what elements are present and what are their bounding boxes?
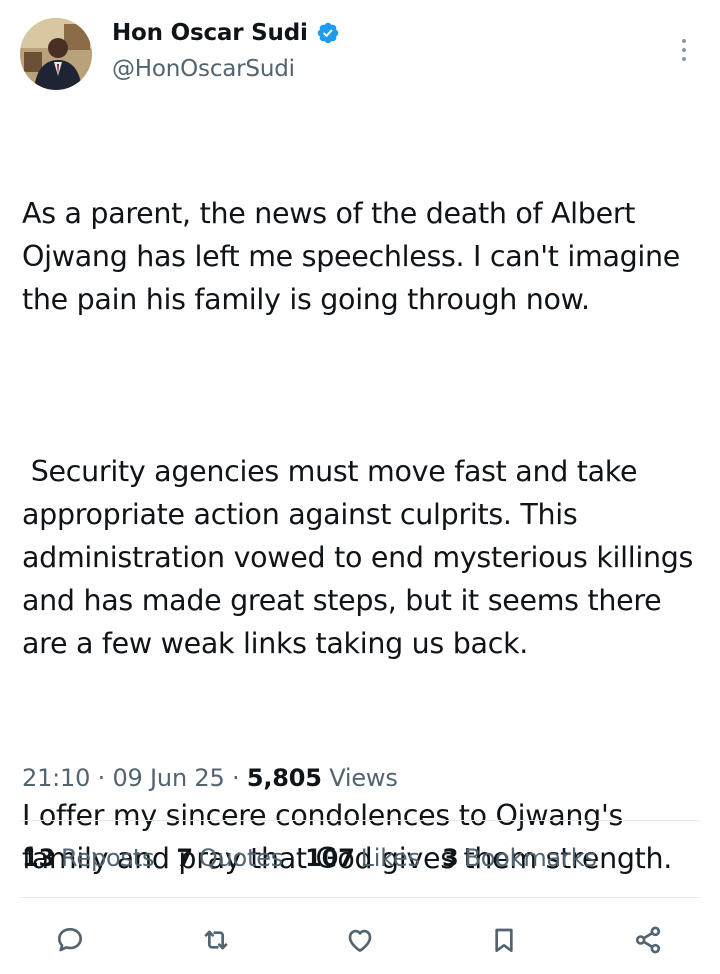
stat-label: Likes xyxy=(360,844,421,872)
views-count: 5,805 xyxy=(246,764,322,792)
divider xyxy=(20,897,700,898)
action-bar xyxy=(0,918,720,962)
stat-count: 3 xyxy=(441,844,459,872)
stat-likes[interactable]: 107 Likes xyxy=(305,844,420,872)
author-handle[interactable]: @HonOscarSudi xyxy=(112,56,295,82)
tweet-date[interactable]: 09 Jun 25 xyxy=(112,764,224,792)
avatar[interactable] xyxy=(20,18,92,90)
author-name[interactable]: Hon Oscar Sudi xyxy=(112,20,308,46)
tweet-time[interactable]: 21:10 xyxy=(22,764,90,792)
stat-quotes[interactable]: 7 Quotes xyxy=(176,844,283,872)
share-button[interactable] xyxy=(628,918,668,962)
stat-label: Quotes xyxy=(198,844,284,872)
tweet-paragraph: As a parent, the news of the death of Al… xyxy=(22,197,689,316)
more-options-icon[interactable] xyxy=(674,36,694,64)
stat-reposts[interactable]: 13 Reposts xyxy=(22,844,155,872)
views-label: Views xyxy=(329,764,398,792)
reply-icon xyxy=(58,928,82,952)
like-button[interactable] xyxy=(340,918,380,962)
tweet-paragraph: Security agencies must move fast and tak… xyxy=(22,455,702,660)
tweet-text: As a parent, the news of the death of Al… xyxy=(22,106,702,966)
engagement-stats: 13 Reposts 7 Quotes 107 Likes 3 Bookmark… xyxy=(22,844,619,872)
stat-count: 13 xyxy=(22,844,55,872)
divider xyxy=(20,820,700,821)
tweet-card: Hon Oscar Sudi @HonOscarSudi As a parent… xyxy=(0,0,720,974)
repost-icon xyxy=(204,930,228,950)
verified-badge-icon xyxy=(317,22,338,44)
stat-label: Reposts xyxy=(61,844,155,872)
tweet-meta: 21:10 · 09 Jun 25 · 5,805 Views xyxy=(22,764,398,792)
bookmark-icon xyxy=(495,928,513,952)
like-icon xyxy=(348,929,372,952)
stat-count: 7 xyxy=(176,844,193,872)
profile-photo-icon xyxy=(20,18,92,90)
share-icon xyxy=(635,926,661,954)
bookmark-button[interactable] xyxy=(484,918,524,962)
repost-button[interactable] xyxy=(196,918,236,962)
stat-bookmarks[interactable]: 3 Bookmarks xyxy=(442,844,597,872)
meta-separator: · xyxy=(231,764,240,792)
stat-label: Bookmarks xyxy=(464,844,597,872)
reply-button[interactable] xyxy=(50,918,90,962)
stat-count: 107 xyxy=(305,844,355,872)
meta-separator: · xyxy=(97,764,106,792)
